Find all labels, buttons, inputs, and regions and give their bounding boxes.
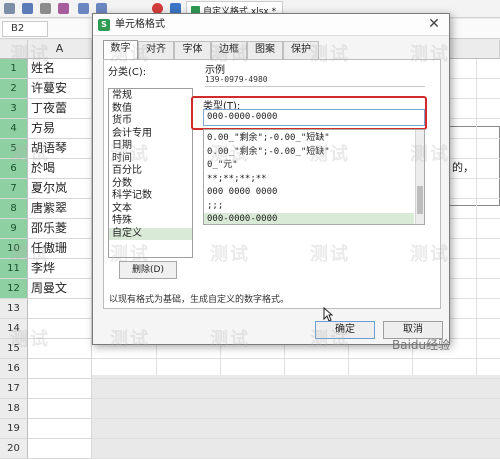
category-item[interactable]: 特殊 <box>109 215 192 227</box>
sample-value: 139-0979-4980 <box>205 75 268 84</box>
grid-line <box>92 418 500 419</box>
cell-a[interactable]: 丁夜蕾 <box>28 99 92 119</box>
cell-a[interactable]: 任傲珊 <box>28 239 92 259</box>
category-item[interactable]: 日期 <box>109 140 192 152</box>
row-header[interactable]: 1 <box>0 59 28 79</box>
cell-a[interactable] <box>28 339 92 359</box>
category-item[interactable]: 文本 <box>109 203 192 215</box>
category-item[interactable]: 常规 <box>109 90 192 102</box>
row-header[interactable]: 7 <box>0 179 28 199</box>
category-item[interactable]: 货币 <box>109 115 192 127</box>
tab-number[interactable]: 数字 <box>103 40 138 59</box>
grid-line <box>92 378 500 379</box>
undo-icon[interactable] <box>78 3 89 14</box>
cell-a[interactable]: 唐紫翠 <box>28 199 92 219</box>
tab-alignment[interactable]: 对齐 <box>138 41 174 59</box>
format-code-item[interactable]: 0_"元" <box>204 159 414 173</box>
cell-a[interactable]: 於喝 <box>28 159 92 179</box>
cell-a[interactable] <box>28 419 92 439</box>
new-icon[interactable] <box>4 3 15 14</box>
format-code-item[interactable]: 000-0000-0000 <box>204 213 414 224</box>
cell-a[interactable] <box>28 299 92 319</box>
cell-a[interactable]: 夏尔岚 <box>28 179 92 199</box>
highlight-annotation-box <box>191 96 427 130</box>
row-header[interactable]: 9 <box>0 219 28 239</box>
format-code-list[interactable]: 0.00_"剩余";-0.00_"短缺" 0.00_"剩余";-0.00_"短缺"… <box>203 129 425 225</box>
category-item[interactable]: 科学记数 <box>109 190 192 202</box>
category-list[interactable]: 常规 数值 货币 会计专用 日期 时间 百分比 分数 科学记数 文本 特殊 自定义 <box>108 88 193 258</box>
cell-a[interactable] <box>28 439 92 459</box>
close-icon[interactable]: ✕ <box>425 15 443 33</box>
format-code-item[interactable]: **;**;**;** <box>204 173 414 187</box>
sample-divider <box>205 86 425 87</box>
preview-icon[interactable] <box>58 3 69 14</box>
row-header[interactable]: 13 <box>0 299 28 319</box>
row-header[interactable]: 4 <box>0 119 28 139</box>
print-icon[interactable] <box>40 3 51 14</box>
format-cells-dialog: S 单元格格式 ✕ 数字 对齐 字体 边框 图案 保护 分类(C): 常规 数值货… <box>92 13 450 345</box>
row-header[interactable]: 8 <box>0 199 28 219</box>
cell-a[interactable] <box>28 359 92 379</box>
cell-a[interactable] <box>28 399 92 419</box>
category-item[interactable]: 自定义 <box>109 227 192 240</box>
mouse-cursor-icon <box>323 307 333 322</box>
cell-a[interactable]: 姓名 <box>28 59 92 79</box>
category-item[interactable]: 会计专用 <box>109 128 192 140</box>
tab-protection[interactable]: 保护 <box>283 41 319 59</box>
row-header[interactable]: 15 <box>0 339 28 359</box>
dialog-title: 单元格格式 <box>115 19 165 30</box>
row-header[interactable]: 14 <box>0 319 28 339</box>
row-header[interactable]: 19 <box>0 419 28 439</box>
row-header[interactable]: 18 <box>0 399 28 419</box>
tab-border[interactable]: 边框 <box>211 41 247 59</box>
save-icon[interactable] <box>22 3 33 14</box>
row-header[interactable]: 16 <box>0 359 28 379</box>
baidu-logo: Baidu经验 <box>392 338 451 352</box>
format-code-item[interactable]: 0.00_"剩余";-0.00_"短缺" <box>204 132 414 146</box>
cell-a[interactable] <box>28 379 92 399</box>
row-header[interactable]: 20 <box>0 439 28 459</box>
cell-a[interactable]: 李烨 <box>28 259 92 279</box>
dialog-title-bar[interactable]: S 单元格格式 ✕ <box>93 14 449 36</box>
cell-a[interactable]: 许蔓安 <box>28 79 92 99</box>
spreadsheet-app-icon: S <box>98 19 110 31</box>
cell-a[interactable]: 邵乐菱 <box>28 219 92 239</box>
tab-pattern[interactable]: 图案 <box>247 41 283 59</box>
ok-button[interactable]: 确定 <box>315 321 375 339</box>
category-item[interactable]: 百分比 <box>109 165 192 177</box>
sample-label: 示例 <box>205 65 225 76</box>
format-code-item[interactable]: 0.00_"剩余";-0.00_"短缺" <box>204 146 414 160</box>
row-header[interactable]: 5 <box>0 139 28 159</box>
tab-font[interactable]: 字体 <box>174 41 211 59</box>
row-header[interactable]: 10 <box>0 239 28 259</box>
delete-button[interactable]: 删除(D) <box>119 261 177 279</box>
column-header-a[interactable]: A <box>28 40 92 59</box>
category-label: 分类(C): <box>108 67 147 78</box>
cell-a[interactable]: 周曼文 <box>28 279 92 299</box>
grid-line <box>92 358 500 359</box>
row-header[interactable]: 6 <box>0 159 28 179</box>
grid-line <box>92 398 500 399</box>
category-item[interactable]: 分数 <box>109 178 192 190</box>
row-header[interactable]: 12 <box>0 279 28 299</box>
category-item[interactable]: 时间 <box>109 153 192 165</box>
scrollbar-thumb[interactable] <box>417 186 423 214</box>
row-header[interactable]: 17 <box>0 379 28 399</box>
format-code-item[interactable]: 000 0000 0000 <box>204 186 414 200</box>
format-list-scrollbar[interactable] <box>415 130 424 224</box>
name-box[interactable]: B2 <box>2 21 48 37</box>
cell-a[interactable] <box>28 319 92 339</box>
row-header[interactable]: 3 <box>0 99 28 119</box>
corner-header[interactable] <box>0 40 28 59</box>
text-box-content: 的， <box>452 161 474 174</box>
custom-format-hint: 以现有格式为基础，生成自定义的数字格式。 <box>109 295 290 305</box>
row-header[interactable]: 11 <box>0 259 28 279</box>
row-header[interactable]: 2 <box>0 79 28 99</box>
format-code-item[interactable]: ;;; <box>204 200 414 214</box>
category-item[interactable]: 数值 <box>109 103 192 115</box>
cell-a[interactable]: 胡语琴 <box>28 139 92 159</box>
grid-line <box>92 438 500 439</box>
grid-line <box>476 59 477 375</box>
cell-a[interactable]: 方易 <box>28 119 92 139</box>
